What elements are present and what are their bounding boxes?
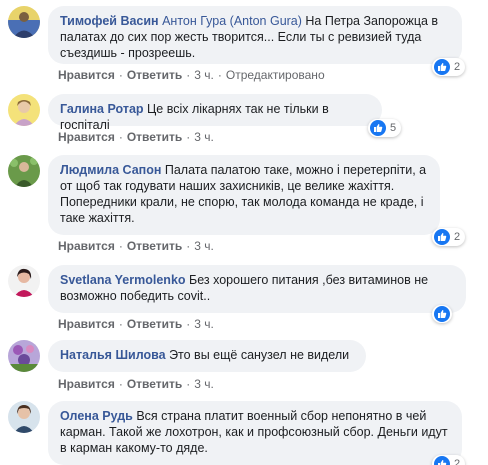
comment-bubble: Наталья Шилова Это вы ещё санузел не вид… [48, 340, 366, 372]
mention-link[interactable]: Антон Гура (Anton Gura) [162, 14, 302, 28]
reaction-count: 2 [454, 231, 461, 243]
reaction-count-badge[interactable]: 2 [432, 228, 466, 246]
comment-time[interactable]: 3 ч. [194, 377, 214, 391]
reaction-count-badge[interactable]: 2 [432, 58, 466, 76]
reply-button[interactable]: Ответить [127, 317, 182, 331]
avatar[interactable] [8, 265, 40, 297]
comment-bubble: Тимофей Васин Антон Гура (Anton Gura) На… [48, 6, 462, 64]
comment-bubble: Галина Ротар Це всіх лікарнях так не тіл… [48, 94, 382, 132]
comment-author[interactable]: Svetlana Yermolenko [60, 273, 186, 287]
comment-time[interactable]: 3 ч. [194, 317, 214, 331]
comment-author[interactable]: Галина Ротар [60, 102, 144, 116]
comment-author[interactable]: Тимофей Васин [60, 14, 159, 28]
reply-button[interactable]: Ответить [127, 68, 182, 82]
like-button[interactable]: Нравится [58, 317, 115, 331]
avatar[interactable] [8, 155, 40, 187]
avatar[interactable] [8, 94, 40, 126]
like-button[interactable]: Нравится [58, 68, 115, 82]
avatar[interactable] [8, 6, 40, 38]
comment-author[interactable]: Наталья Шилова [60, 348, 166, 362]
comment-bubble: Олена Рудь Вся страна платит военный сбо… [48, 401, 462, 465]
like-thumb-icon [434, 306, 450, 322]
comment-author[interactable]: Людмила Сапон [60, 163, 161, 177]
like-thumb-icon [434, 229, 450, 245]
reaction-count: 2 [454, 61, 461, 73]
reply-button[interactable]: Ответить [127, 239, 182, 253]
comment-actions: Нравится · Ответить · 3 ч. [58, 130, 214, 144]
comment-actions: Нравится · Ответить · 3 ч. [58, 377, 214, 391]
edited-label[interactable]: Отредактировано [226, 68, 325, 82]
like-button[interactable]: Нравится [58, 130, 115, 144]
avatar[interactable] [8, 340, 40, 372]
like-thumb-icon [434, 456, 450, 465]
comment-bubble: Людмила Сапон Палата палатою таке, можно… [48, 155, 440, 235]
comment-author[interactable]: Олена Рудь [60, 409, 133, 423]
comment-actions: Нравится · Ответить · 3 ч. [58, 317, 214, 331]
comment-time[interactable]: 3 ч. [194, 68, 214, 82]
reaction-count-badge[interactable]: 2 [432, 455, 466, 465]
reply-button[interactable]: Ответить [127, 377, 182, 391]
avatar[interactable] [8, 401, 40, 433]
reaction-count: 5 [390, 122, 397, 134]
comment-time[interactable]: 3 ч. [194, 239, 214, 253]
reaction-count-badge[interactable]: 5 [368, 119, 402, 137]
like-thumb-icon [370, 120, 386, 136]
comment-time[interactable]: 3 ч. [194, 130, 214, 144]
reply-button[interactable]: Ответить [127, 130, 182, 144]
comment-actions: Нравится · Ответить · 3 ч. · Отредактировано [58, 68, 325, 82]
reaction-count: 2 [454, 458, 461, 465]
like-button[interactable]: Нравится [58, 239, 115, 253]
reaction-badge[interactable] [432, 305, 452, 323]
comment-bubble: Svetlana Yermolenko Без хорошего питания… [48, 265, 466, 313]
like-thumb-icon [434, 59, 450, 75]
comment-text: Это вы ещё санузел не видели [169, 348, 350, 362]
comment-actions: Нравится · Ответить · 3 ч. [58, 239, 214, 253]
like-button[interactable]: Нравится [58, 377, 115, 391]
